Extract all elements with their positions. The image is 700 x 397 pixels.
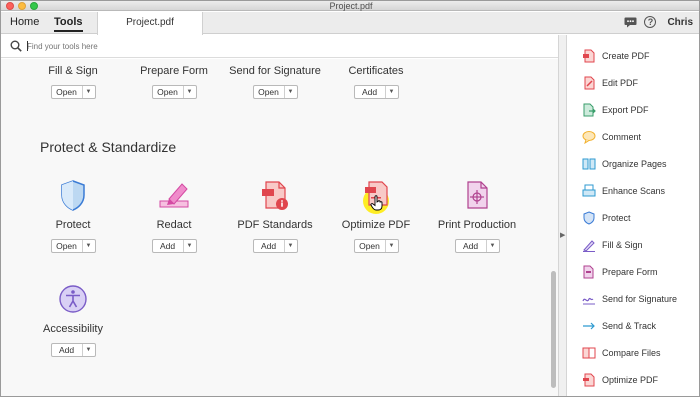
- tool-label: Optimize PDF: [341, 219, 411, 231]
- accessibility-add-button[interactable]: Add ▼: [50, 343, 96, 357]
- tool-optimize-pdf[interactable]: Optimize PDF Open ▼: [326, 177, 426, 253]
- tool-label: Protect: [55, 219, 91, 231]
- chevron-down-icon[interactable]: ▼: [184, 240, 196, 252]
- tool-label: PDF Standards: [237, 219, 313, 231]
- sidebar-item-comment[interactable]: Comment: [582, 129, 641, 145]
- fill-sign-open-button[interactable]: Open ▼: [50, 85, 96, 99]
- send-signature-icon: [582, 297, 595, 305]
- fill-sign-icon: [583, 240, 595, 252]
- search-icon: [10, 40, 22, 52]
- certificates-add-button[interactable]: Add ▼: [353, 85, 399, 99]
- pdf-standards-icon: [262, 181, 288, 210]
- tool-pdf-standards[interactable]: PDF Standards Add ▼: [225, 177, 325, 253]
- sidebar-item-organize-pages[interactable]: Organize Pages: [582, 156, 667, 172]
- organize-pages-icon: [582, 158, 596, 170]
- sidebar-item-edit-pdf[interactable]: Edit PDF: [582, 75, 638, 91]
- shield-icon: [61, 180, 85, 211]
- accessibility-icon: [59, 285, 87, 313]
- tool-fill-sign: Fill & Sign Open ▼: [23, 65, 123, 99]
- sidebar-item-protect[interactable]: Protect: [582, 210, 631, 226]
- shield-icon: [583, 211, 595, 225]
- compare-files-icon: [582, 347, 596, 359]
- tab-home[interactable]: Home: [10, 16, 39, 28]
- chevron-down-icon[interactable]: ▼: [184, 86, 196, 98]
- tool-send-for-signature: Send for Signature Open ▼: [225, 65, 325, 99]
- search-bar: [1, 35, 561, 58]
- pdf-standards-add-button[interactable]: Add ▼: [252, 239, 298, 253]
- prepare-form-icon: [583, 265, 594, 279]
- tool-protect[interactable]: Protect Open ▼: [23, 177, 123, 253]
- tab-tools[interactable]: Tools: [54, 16, 83, 32]
- tool-certificates: Certificates Add ▼: [326, 65, 426, 99]
- sidebar-item-optimize-pdf[interactable]: Optimize PDF: [582, 372, 658, 388]
- tool-label: Send for Signature: [229, 65, 321, 77]
- top-right-controls: ? Chris: [624, 16, 693, 28]
- window-title: Project.pdf: [329, 1, 373, 11]
- app-window: Project.pdf Home Tools Project.pdf ? Chr…: [0, 0, 700, 397]
- sidebar-item-enhance-scans[interactable]: Enhance Scans: [582, 183, 665, 199]
- chevron-down-icon[interactable]: ▼: [285, 86, 297, 98]
- sidebar-item-create-pdf[interactable]: Create PDF: [582, 48, 650, 64]
- protect-open-button[interactable]: Open ▼: [50, 239, 96, 253]
- chevron-down-icon[interactable]: ▼: [83, 86, 95, 98]
- tools-scrollbar[interactable]: [549, 59, 558, 396]
- title-bar: Project.pdf: [1, 1, 699, 11]
- enhance-scans-icon: [582, 184, 596, 197]
- chevron-down-icon[interactable]: ▼: [386, 86, 398, 98]
- tool-label: Certificates: [348, 65, 404, 77]
- right-tools-panel: Create PDF Edit PDF Export PDF Comment O…: [567, 35, 699, 396]
- tool-label: Fill & Sign: [48, 65, 98, 77]
- tab-document[interactable]: Project.pdf: [97, 12, 203, 35]
- chevron-down-icon[interactable]: ▼: [285, 240, 297, 252]
- tool-label: Accessibility: [43, 323, 103, 335]
- export-pdf-icon: [583, 103, 596, 117]
- help-icon[interactable]: ?: [644, 16, 657, 28]
- tools-center: Fill & Sign Open ▼ Prepare Form Open ▼ Sen…: [1, 59, 561, 396]
- section-title: Protect & Standardize: [40, 139, 177, 155]
- chevron-down-icon[interactable]: ▼: [487, 240, 499, 252]
- sidebar-item-send-for-signature[interactable]: Send for Signature: [582, 291, 677, 307]
- redact-add-button[interactable]: Add ▼: [151, 239, 197, 253]
- sidebar-item-compare-files[interactable]: Compare Files: [582, 345, 661, 361]
- user-menu[interactable]: Chris: [667, 17, 693, 28]
- right-panel-collapse-handle[interactable]: ▶: [558, 35, 567, 396]
- comment-icon: [582, 131, 596, 144]
- tool-label: Prepare Form: [140, 65, 208, 77]
- send-track-icon: [583, 322, 595, 330]
- sidebar-item-send-track[interactable]: Send & Track: [582, 318, 656, 334]
- create-pdf-icon: [583, 49, 595, 63]
- print-production-icon: [467, 181, 488, 209]
- optimize-pdf-open-button[interactable]: Open ▼: [353, 239, 399, 253]
- text-cursor: [27, 41, 28, 51]
- tool-label: Print Production: [437, 219, 517, 231]
- sidebar-item-prepare-form[interactable]: Prepare Form: [582, 264, 658, 280]
- send-signature-open-button[interactable]: Open ▼: [252, 85, 298, 99]
- sidebar-item-fill-sign[interactable]: Fill & Sign: [582, 237, 643, 253]
- tab-bar: Home Tools Project.pdf ? Chris: [1, 12, 699, 35]
- sidebar-item-export-pdf[interactable]: Export PDF: [582, 102, 649, 118]
- scroll-thumb[interactable]: [551, 271, 556, 388]
- tool-print-production[interactable]: Print Production Add ▼: [427, 177, 527, 253]
- tool-prepare-form: Prepare Form Open ▼: [124, 65, 224, 99]
- tool-label: Redact: [156, 219, 192, 231]
- chevron-down-icon[interactable]: ▼: [83, 240, 95, 252]
- edit-pdf-icon: [584, 76, 595, 90]
- optimize-pdf-icon: [583, 373, 595, 387]
- search-input[interactable]: [27, 39, 327, 54]
- hand-cursor-icon: [370, 195, 383, 211]
- print-production-add-button[interactable]: Add ▼: [454, 239, 500, 253]
- chat-icon[interactable]: [624, 17, 637, 28]
- chevron-right-icon[interactable]: ▶: [560, 231, 565, 239]
- redact-icon: [159, 183, 189, 208]
- chevron-down-icon[interactable]: ▼: [83, 344, 95, 356]
- tool-accessibility[interactable]: Accessibility Add ▼: [23, 281, 123, 357]
- prepare-form-open-button[interactable]: Open ▼: [151, 85, 197, 99]
- tool-redact[interactable]: Redact Add ▼: [124, 177, 224, 253]
- chevron-down-icon[interactable]: ▼: [386, 240, 398, 252]
